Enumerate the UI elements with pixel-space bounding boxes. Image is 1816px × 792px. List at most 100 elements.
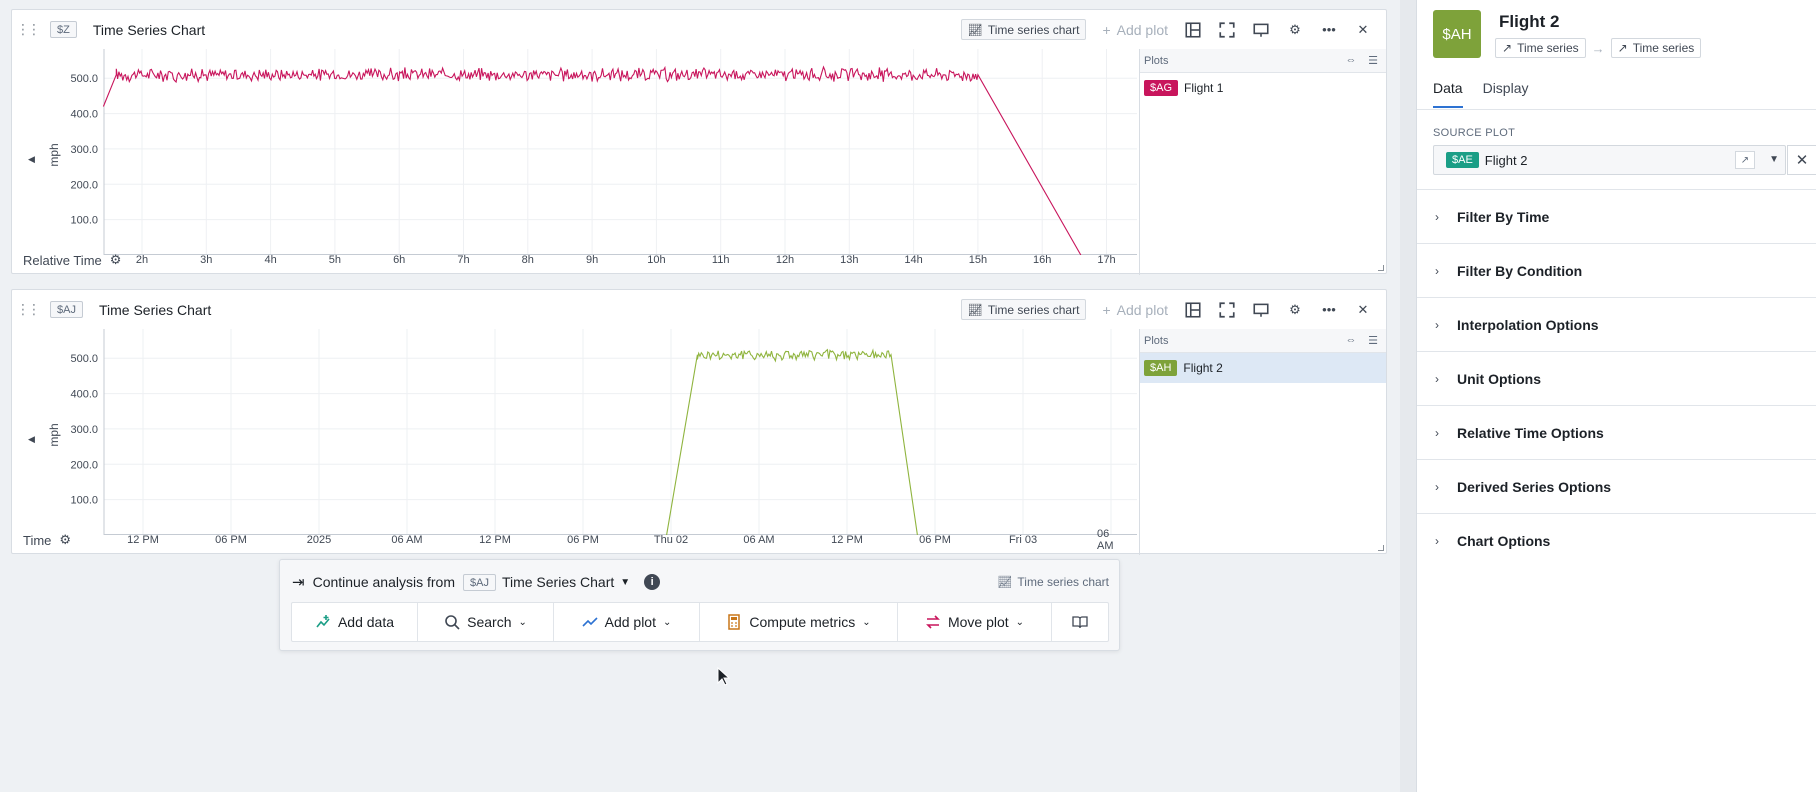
resize-handle-icon[interactable] — [1378, 265, 1384, 271]
close-icon: ✕ — [1795, 152, 1809, 169]
x-tick-label: 4h — [264, 254, 277, 266]
maximize-icon[interactable] — [1212, 15, 1242, 45]
docs-button[interactable] — [1052, 603, 1108, 641]
time-series-chart[interactable]: 100.0 200.0 300.0 400.0 500.0 mph ◀ — [12, 329, 1137, 535]
section-unit-options[interactable]: › Unit Options — [1417, 351, 1816, 405]
axis-settings-gear-icon[interactable]: ⚙ — [59, 532, 71, 548]
panel-title[interactable]: Time Series Chart — [93, 22, 205, 38]
info-icon[interactable]: i — [644, 574, 661, 590]
x-tick-label: Thu 02 — [653, 534, 689, 546]
section-filter-by-condition[interactable]: › Filter By Condition — [1417, 243, 1816, 297]
resize-handle-icon[interactable] — [1378, 545, 1384, 551]
panel-title[interactable]: Time Series Chart — [99, 302, 211, 318]
options-sections: › Filter By Time › Filter By Condition › In… — [1417, 189, 1816, 567]
add-plot-button[interactable]: + Add plot — [1090, 22, 1174, 38]
x-tick-label: 12 PM — [127, 534, 159, 546]
panel-header: ⋮⋮ $AJ Time Series Chart 📈︎ Time series c… — [12, 290, 1386, 329]
x-tick-label: 3h — [200, 254, 213, 266]
list-options-icon[interactable]: ☰ — [1364, 51, 1382, 69]
section-filter-by-time[interactable]: › Filter By Time — [1417, 189, 1816, 243]
chart-type-pill[interactable]: 📈︎ Time series chart — [960, 19, 1087, 40]
x-tick-label: 06 AM — [743, 534, 775, 546]
arrow-right-icon: → — [1591, 40, 1605, 56]
plot-badge: $AH — [1144, 360, 1178, 376]
chevron-right-icon: › — [1435, 533, 1439, 548]
maximize-icon[interactable] — [1212, 295, 1242, 325]
chart-selector[interactable]: $AJ Time Series Chart ▼ — [462, 573, 630, 591]
line-chart-icon: 📈︎ — [967, 22, 983, 37]
x-tick-label: 13h — [840, 254, 859, 266]
chevron-right-icon: › — [1435, 317, 1439, 332]
more-icon[interactable]: ••• — [1314, 295, 1344, 325]
layout-toggle-icon[interactable] — [1178, 295, 1208, 325]
x-tick-label: 12 PM — [831, 534, 863, 546]
presentation-icon[interactable] — [1246, 295, 1276, 325]
plot-list-item[interactable]: $AG Flight 1 — [1140, 73, 1386, 103]
time-series-chart[interactable]: 100.0 200.0 300.0 400.0 500.0 mph ◀ — [12, 49, 1137, 255]
caret-down-icon: ▼ — [1769, 154, 1779, 165]
add-plot-button[interactable]: + Add plot — [1090, 302, 1174, 318]
section-derived-series-options[interactable]: › Derived Series Options — [1417, 459, 1816, 513]
panel-tag: $Z — [50, 21, 77, 38]
plots-header: Plots — [1144, 54, 1169, 67]
series-type-icon[interactable]: ↗ — [1735, 151, 1755, 169]
x-axis-bar: Relative Time ⚙ 2h 3h 4h 5h 6h 7h 8h 9h 10h 11h 12… — [12, 246, 1139, 274]
add-data-button[interactable]: Add data — [292, 603, 418, 641]
tab-display[interactable]: Display — [1483, 80, 1529, 108]
line-chart-icon: 📈︎ — [967, 302, 983, 317]
chart-type-pill[interactable]: 📈︎ Time series chart — [960, 299, 1087, 320]
x-tick-label: 2h — [135, 254, 149, 266]
swap-icon — [926, 615, 940, 629]
x-tick-label: 12 PM — [479, 534, 511, 546]
layout-toggle-icon[interactable] — [1178, 15, 1208, 45]
x-tick-label: 6h — [393, 254, 406, 266]
output-type-chip[interactable]: ↗ Time series — [1610, 38, 1702, 58]
list-options-icon[interactable]: ☰ — [1364, 331, 1382, 349]
drag-handle-icon[interactable]: ⋮⋮ — [12, 301, 42, 318]
source-type-chip[interactable]: ↗ Time series — [1495, 38, 1586, 58]
plots-pane: Plots ⇔ ☰ $AG Flight 1 — [1139, 49, 1386, 275]
drag-handle-icon[interactable]: ⋮⋮ — [12, 21, 42, 38]
link-icon[interactable]: ⇔ — [1342, 51, 1360, 69]
y-tick-label: 500.0 — [70, 353, 98, 365]
continue-analysis-bar: ⇥ Continue analysis from $AJ Time Series… — [279, 559, 1120, 651]
section-relative-time-options[interactable]: › Relative Time Options — [1417, 405, 1816, 459]
panel-header: ⋮⋮ $Z Time Series Chart 📈︎ Time series ch… — [12, 10, 1386, 49]
axis-settings-gear-icon[interactable]: ⚙ — [110, 252, 122, 268]
chart-panel-2: ⋮⋮ $AJ Time Series Chart 📈︎ Time series c… — [11, 289, 1387, 555]
add-plot-action-button[interactable]: Add plot ⌄ — [554, 603, 700, 641]
search-button[interactable]: Search ⌄ — [418, 603, 554, 641]
chevron-right-icon: › — [1435, 425, 1439, 440]
move-plot-button[interactable]: Move plot ⌄ — [898, 603, 1052, 641]
x-tick-label: 06 PM — [567, 534, 599, 546]
plot-list-item[interactable]: $AH Flight 2 — [1140, 353, 1386, 383]
chevron-down-icon: ⌄ — [1015, 616, 1025, 628]
search-icon — [445, 615, 460, 630]
more-icon[interactable]: ••• — [1314, 15, 1344, 45]
x-tick-label: 06 AM — [391, 534, 423, 546]
x-tick-label: 12h — [775, 254, 795, 266]
clear-source-button[interactable]: ✕ — [1787, 145, 1816, 175]
gear-icon[interactable]: ⚙ — [1280, 295, 1310, 325]
y-tick-label: 200.0 — [70, 179, 98, 191]
section-chart-options[interactable]: › Chart Options — [1417, 513, 1816, 567]
section-interpolation-options[interactable]: › Interpolation Options — [1417, 297, 1816, 351]
sidebar-splitter[interactable] — [1400, 0, 1416, 792]
y-tick-label: 100.0 — [70, 495, 98, 507]
y-axis-unit-label: mph — [47, 423, 61, 446]
trend-icon — [582, 617, 598, 627]
continue-type-label: 📈︎ Time series chart — [997, 575, 1109, 589]
tab-data[interactable]: Data — [1433, 80, 1463, 108]
calculator-icon — [728, 614, 741, 630]
plot-badge: $AG — [1144, 80, 1179, 96]
line-chart-icon: 📈︎ — [997, 575, 1013, 589]
y-tick-label: 500.0 — [70, 73, 98, 85]
presentation-icon[interactable] — [1246, 15, 1276, 45]
chevron-right-icon: › — [1435, 263, 1439, 278]
close-icon[interactable]: ✕ — [1348, 295, 1378, 325]
gear-icon[interactable]: ⚙ — [1280, 15, 1310, 45]
compute-metrics-button[interactable]: Compute metrics ⌄ — [700, 603, 898, 641]
source-plot-select[interactable]: $AE Flight 2 ↗ ▼ — [1433, 145, 1786, 175]
close-icon[interactable]: ✕ — [1348, 15, 1378, 45]
link-icon[interactable]: ⇔ — [1342, 331, 1360, 349]
